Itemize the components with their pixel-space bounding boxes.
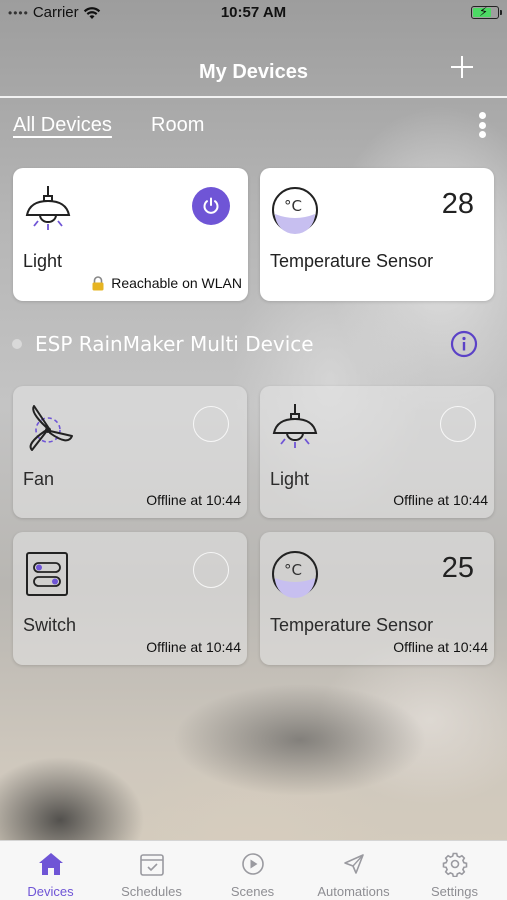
offline-status: Offline at 10:44 (146, 492, 241, 508)
lock-icon (92, 275, 104, 290)
tab-label: Devices (27, 884, 74, 899)
device-card-light[interactable]: Light Offline at 10:44 (260, 386, 494, 518)
device-card-temperature-sensor[interactable]: °C 28 Temperature Sensor (260, 168, 494, 301)
device-name: Temperature Sensor (270, 615, 434, 635)
power-toggle-button[interactable] (192, 187, 230, 225)
device-name: Temperature Sensor (270, 251, 434, 271)
charging-bolt-icon: ⚡ (479, 4, 489, 19)
tab-room[interactable]: Room (151, 114, 204, 137)
tab-devices[interactable]: Devices (0, 841, 101, 900)
tab-settings[interactable]: Settings (404, 841, 505, 900)
more-dot-icon (478, 121, 486, 129)
power-toggle-button[interactable] (193, 406, 229, 442)
nav-divider (0, 96, 507, 98)
temperature-value: 28 (441, 188, 474, 220)
reachability-label: Reachable on WLAN (111, 275, 242, 291)
tab-all-devices[interactable]: All Devices (13, 114, 112, 137)
device-card-light[interactable]: Light Reachable on WLAN (13, 168, 248, 301)
device-name: Light (23, 251, 63, 271)
switch-icon (26, 552, 68, 596)
tab-bar: Devices Schedules Scenes Automations Set… (0, 840, 507, 900)
calendar-icon (140, 854, 164, 876)
offline-status: Offline at 10:44 (146, 639, 241, 655)
device-name: Switch (23, 615, 77, 635)
tab-scenes[interactable]: Scenes (202, 841, 303, 900)
light-icon (25, 186, 71, 230)
offline-status: Offline at 10:44 (393, 492, 488, 508)
device-name: Fan (23, 469, 55, 489)
temperature-sensor-icon: °C (272, 551, 318, 598)
add-device-button[interactable] (447, 52, 477, 82)
play-icon (242, 853, 264, 875)
gear-icon (442, 852, 468, 877)
group-title: ESP RainMaker Multi Device (35, 332, 314, 356)
info-icon[interactable] (450, 330, 478, 358)
tab-label: Scenes (230, 884, 275, 899)
power-toggle-button[interactable] (193, 552, 229, 588)
send-icon (344, 854, 364, 874)
reachability-status: Reachable on WLAN (91, 275, 242, 291)
tab-label: Automations (317, 884, 390, 899)
tab-automations[interactable]: Automations (303, 841, 404, 900)
tab-label: Schedules (121, 884, 182, 899)
svg-text:°C: °C (284, 561, 302, 579)
device-card-switch[interactable]: Switch Offline at 10:44 (13, 532, 247, 665)
status-time: 10:57 AM (220, 4, 287, 21)
power-icon (203, 197, 219, 214)
status-bar: •••• Carrier 10:57 AM ⚡ (0, 0, 507, 28)
temperature-value: 25 (441, 552, 474, 584)
fan-icon (29, 405, 73, 451)
tab-schedules[interactable]: Schedules (101, 841, 202, 900)
offline-status: Offline at 10:44 (393, 639, 488, 655)
power-toggle-button[interactable] (440, 406, 476, 442)
device-card-fan[interactable]: Fan Offline at 10:44 (13, 386, 247, 518)
light-icon (272, 404, 318, 448)
battery-icon: ⚡ (471, 4, 502, 19)
group-status-dot (12, 339, 22, 349)
temperature-sensor-icon: °C (272, 187, 318, 234)
page-title: My Devices (199, 61, 308, 83)
device-name: Light (270, 469, 310, 489)
more-options-button[interactable] (475, 110, 489, 140)
more-dot-icon (478, 131, 486, 138)
more-dot-icon (478, 112, 486, 119)
svg-text:°C: °C (284, 197, 302, 215)
tab-label: Settings (431, 884, 478, 899)
house-icon (39, 853, 63, 875)
device-card-temperature-sensor[interactable]: °C 25 Temperature Sensor Offline at 10:4… (260, 532, 494, 665)
